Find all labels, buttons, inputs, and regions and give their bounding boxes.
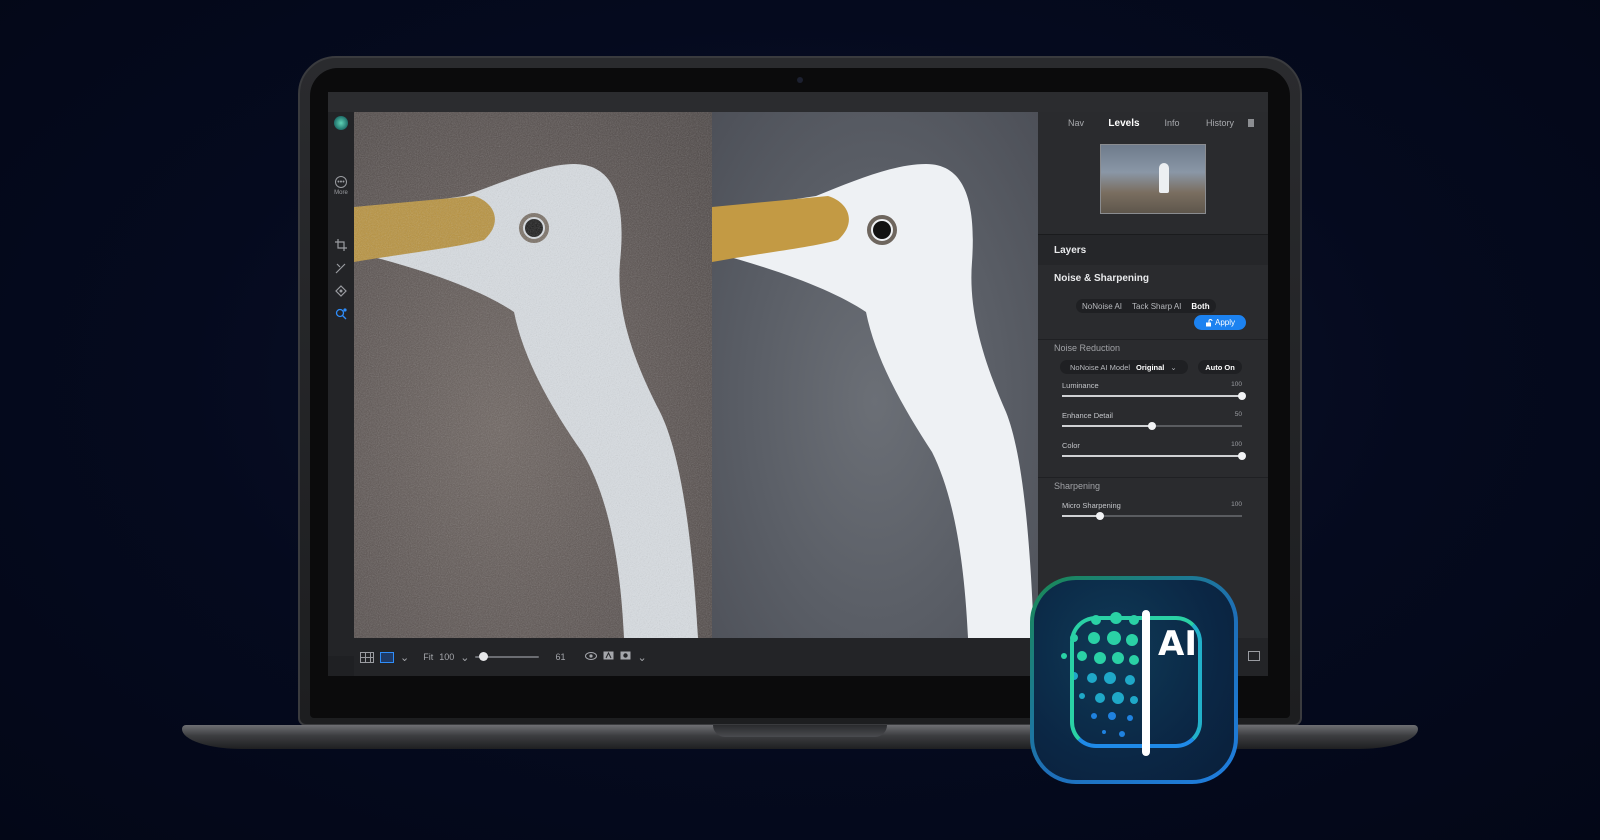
slider-track[interactable] xyxy=(1062,422,1242,430)
slider-luminance[interactable]: Luminance 100 xyxy=(1062,381,1246,405)
brush-icon[interactable] xyxy=(332,259,350,277)
camera-icon xyxy=(797,77,803,83)
noise-sharpening-title: Noise & Sharpening xyxy=(1054,273,1150,284)
fit-button[interactable]: Fit xyxy=(423,652,433,662)
model-value: Original xyxy=(1136,362,1165,372)
ai-app-icon: AI xyxy=(1030,576,1238,784)
chevron-down-icon[interactable]: ⌄ xyxy=(400,651,409,664)
slider-label: Enhance Detail xyxy=(1062,411,1113,420)
layers-title: Layers xyxy=(1054,245,1087,256)
panel-menu-icon[interactable] xyxy=(1248,119,1254,127)
slider-knob[interactable] xyxy=(1095,512,1104,520)
slider-micro-sharpening[interactable]: Micro Sharpening 100 xyxy=(1062,501,1242,525)
tab-levels[interactable]: Levels xyxy=(1100,118,1148,129)
slider-knob[interactable] xyxy=(1238,392,1246,400)
tab-info[interactable]: Info xyxy=(1148,118,1196,128)
mode-both[interactable]: Both xyxy=(1191,302,1209,311)
split-view-icon[interactable] xyxy=(380,651,394,663)
tab-nav[interactable]: Nav xyxy=(1052,118,1100,128)
zoom-slider[interactable] xyxy=(475,652,540,661)
left-toolbar: ••• More xyxy=(328,112,354,656)
slider-label: Color xyxy=(1062,441,1080,450)
tool-group xyxy=(332,236,350,323)
slider-enhance-detail[interactable]: Enhance Detail 50 xyxy=(1062,411,1242,435)
apply-label: Apply xyxy=(1214,318,1235,327)
panel-tabs: Nav Levels Info History xyxy=(1038,112,1268,134)
navigator xyxy=(1038,134,1268,234)
tab-history[interactable]: History xyxy=(1196,118,1244,128)
ai-divider xyxy=(1142,610,1150,756)
ai-label: AI xyxy=(1158,624,1197,664)
model-label: NoNoise AI Model xyxy=(1070,362,1131,372)
slider-track[interactable] xyxy=(1062,452,1246,460)
laptop-notch xyxy=(713,725,887,737)
noise-reduction-section: Noise Reduction NoNoise AI Model Origina… xyxy=(1038,339,1268,477)
slider-fill xyxy=(1062,515,1100,517)
slider-track[interactable] xyxy=(1062,512,1242,520)
unlock-icon xyxy=(1205,318,1213,326)
mode-nonoise[interactable]: NoNoise AI xyxy=(1082,302,1122,311)
slider-label: Micro Sharpening xyxy=(1062,501,1121,510)
grid-view-icon[interactable] xyxy=(360,651,374,663)
app-logo-icon[interactable] xyxy=(334,116,348,130)
slider-color[interactable]: Color 100 xyxy=(1062,441,1246,465)
zoom-value[interactable]: 100 xyxy=(439,652,454,662)
more-icon: ••• xyxy=(334,176,347,188)
slider-value: 61 xyxy=(555,652,566,662)
erase-icon[interactable] xyxy=(332,282,350,300)
crop-icon[interactable] xyxy=(332,236,350,254)
slider-fill xyxy=(1062,455,1242,457)
mask-icon[interactable] xyxy=(620,651,631,663)
sharpening-title: Sharpening xyxy=(1054,481,1101,491)
auto-on-button[interactable]: Auto On xyxy=(1198,360,1242,374)
text-overlay-icon[interactable] xyxy=(603,651,614,663)
slider-track[interactable] xyxy=(1062,392,1246,400)
chevron-down-icon: ⌄ xyxy=(1170,362,1177,372)
slider-label: Luminance xyxy=(1062,381,1099,390)
ai-icon-inner: AI xyxy=(1034,580,1234,780)
eye-icon[interactable] xyxy=(585,651,598,663)
model-dropdown[interactable]: NoNoise AI Model Original ⌄ xyxy=(1060,360,1188,374)
slider-fill xyxy=(1062,425,1152,427)
layers-section[interactable]: Layers xyxy=(1038,234,1268,265)
zoom-slider-knob[interactable] xyxy=(478,652,488,661)
title-bar xyxy=(328,92,1268,112)
zoom-chevron-icon[interactable]: ⌄ xyxy=(460,651,469,664)
slider-knob[interactable] xyxy=(1148,422,1156,430)
egret-illustration xyxy=(354,112,1034,638)
slider-value: 100 xyxy=(1231,441,1242,448)
more-label: More xyxy=(334,190,348,196)
slider-value: 100 xyxy=(1231,381,1242,388)
thumbnail-bird xyxy=(1159,163,1169,193)
search-icon[interactable] xyxy=(332,305,350,323)
panel-toggle-icon[interactable] xyxy=(1248,651,1260,661)
navigator-thumbnail[interactable] xyxy=(1100,144,1206,214)
slider-value: 50 xyxy=(1234,411,1242,418)
more-button[interactable]: ••• More xyxy=(334,176,348,196)
mask-chevron-icon[interactable]: ⌄ xyxy=(637,651,646,664)
slider-value: 100 xyxy=(1231,501,1242,508)
apply-button[interactable]: Apply xyxy=(1194,315,1246,330)
right-panel: Nav Levels Info History Layers Noise & S… xyxy=(1038,112,1268,638)
slider-knob[interactable] xyxy=(1238,452,1246,460)
mode-selector: NoNoise AI Tack Sharp AI Both xyxy=(1076,299,1216,313)
slider-fill xyxy=(1062,395,1242,397)
noise-sharpening-section: Noise & Sharpening NoNoise AI Tack Sharp… xyxy=(1038,265,1268,339)
sharpening-section: Sharpening Micro Sharpening 100 xyxy=(1038,477,1268,537)
mode-tacksharp[interactable]: Tack Sharp AI xyxy=(1132,302,1181,311)
noise-reduction-title: Noise Reduction xyxy=(1054,343,1121,353)
photo-canvas[interactable] xyxy=(354,112,1038,638)
